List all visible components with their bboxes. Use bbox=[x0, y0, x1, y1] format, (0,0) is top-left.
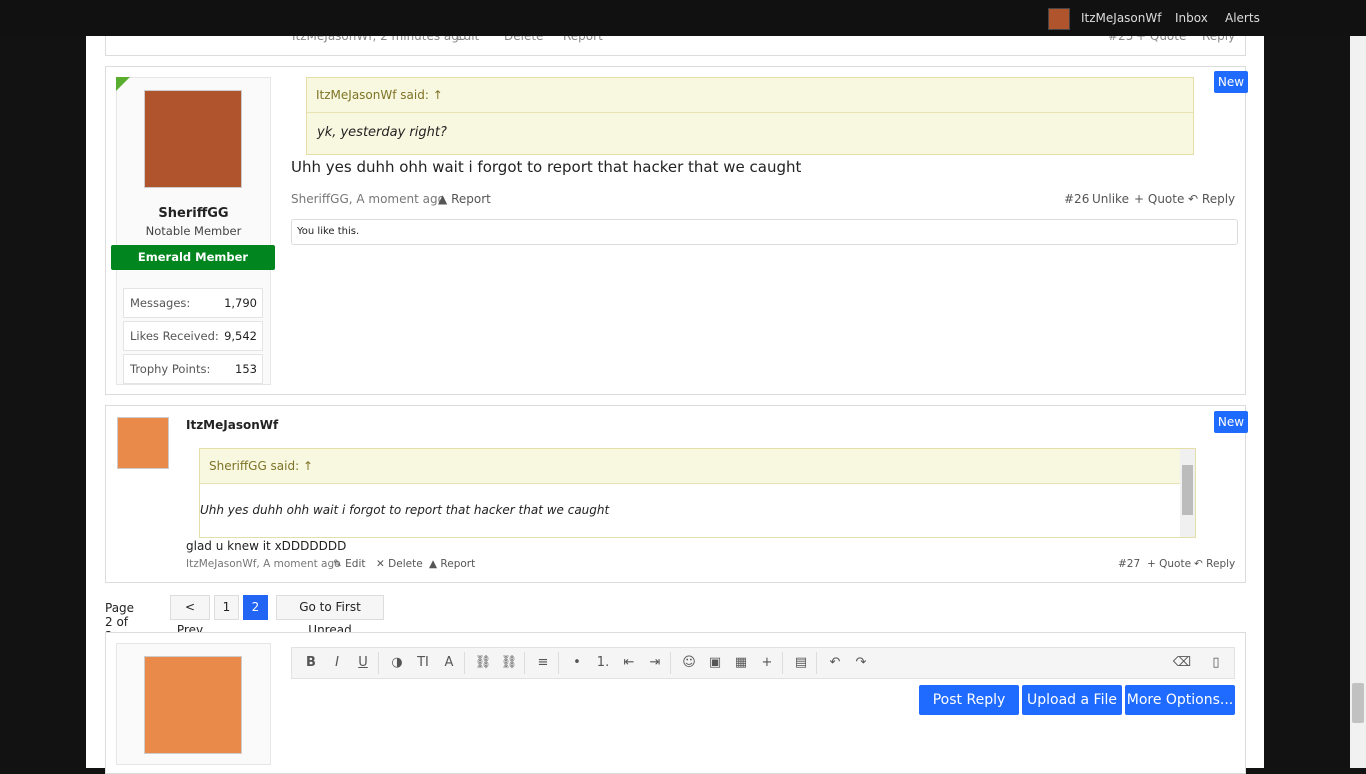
post-number[interactable]: #27 bbox=[1118, 558, 1140, 570]
insert-icon[interactable]: + bbox=[757, 654, 777, 672]
post-27: ItzMeJasonWf SheriffGG said: ↑ Uhh yes d… bbox=[105, 405, 1246, 583]
close-icon: ✕ bbox=[376, 558, 385, 570]
media-icon[interactable]: ▦ bbox=[731, 654, 751, 672]
reply-link[interactable]: ↶ Reply bbox=[1194, 558, 1235, 570]
post-meta: SheriffGG, A moment ago bbox=[291, 192, 445, 206]
edit-link[interactable]: ✎ Edit bbox=[333, 558, 366, 570]
image-icon[interactable]: ▣ bbox=[705, 654, 725, 672]
quote-link[interactable]: + Quote bbox=[1147, 558, 1191, 570]
delete-link[interactable]: ✕ Delete bbox=[376, 558, 423, 570]
quote-body: yk, yesterday right? bbox=[317, 125, 447, 140]
quote-block: ItzMeJasonWf said: ↑ yk, yesterday right… bbox=[306, 77, 1194, 155]
reply-editor: B I U ◑ TI A ⛓ ⛓ ≡ • 1. ⇤ ⇥ ☺ ▣ ▦ + ▤ ↶ … bbox=[105, 632, 1246, 774]
prev-page-button[interactable]: < Prev bbox=[170, 595, 210, 637]
unlink-icon[interactable]: ⛓ bbox=[499, 654, 519, 672]
reply-icon: ↶ bbox=[1194, 558, 1203, 570]
post-26: SheriffGG Notable Member Emerald Member … bbox=[105, 66, 1246, 395]
eraser-icon[interactable]: ⌫ bbox=[1172, 654, 1192, 672]
color-icon[interactable]: ◑ bbox=[387, 654, 407, 672]
redo-icon[interactable]: ↷ bbox=[851, 654, 871, 672]
report-link[interactable]: ▲ Report bbox=[429, 558, 475, 570]
italic-icon[interactable]: I bbox=[327, 654, 347, 672]
user-stats: Messages: 1,790 Likes Received: 9,542 Trop… bbox=[123, 288, 263, 387]
align-icon[interactable]: ≡ bbox=[533, 654, 553, 672]
page-1-button[interactable]: 1 bbox=[214, 595, 239, 620]
new-badge: New bbox=[1214, 411, 1248, 433]
user-info-panel bbox=[116, 643, 271, 765]
unlike-link[interactable]: Unlike bbox=[1092, 192, 1129, 206]
save-draft-icon[interactable]: ▤ bbox=[791, 654, 811, 672]
undo-icon[interactable]: ↶ bbox=[825, 654, 845, 672]
quote-body: Uhh yes duhh ohh wait i forgot to report… bbox=[200, 484, 1195, 537]
stat-row: Messages: 1,790 bbox=[123, 288, 263, 318]
warning-icon: ▲ bbox=[438, 192, 448, 206]
editor-toolbar: B I U ◑ TI A ⛓ ⛓ ≡ • 1. ⇤ ⇥ ☺ ▣ ▦ + ▤ ↶ … bbox=[291, 647, 1235, 679]
page-scrollbar[interactable] bbox=[1350, 0, 1366, 768]
quote-block: SheriffGG said: ↑ Uhh yes duhh ohh wait … bbox=[199, 448, 1196, 538]
online-indicator bbox=[116, 77, 130, 91]
underline-icon[interactable]: U bbox=[353, 654, 373, 672]
alerts-link[interactable]: Alerts bbox=[1225, 11, 1260, 25]
numbered-list-icon[interactable]: 1. bbox=[593, 654, 613, 672]
warning-icon: ▲ bbox=[429, 558, 438, 570]
smiley-icon[interactable]: ☺ bbox=[679, 654, 699, 672]
user-avatar-icon[interactable] bbox=[1048, 8, 1070, 30]
user-info-panel: SheriffGG Notable Member Emerald Member … bbox=[111, 77, 275, 387]
stat-row: Likes Received: 9,542 bbox=[123, 321, 263, 351]
bullet-list-icon[interactable]: • bbox=[567, 654, 587, 672]
source-icon[interactable]: ▯ bbox=[1206, 654, 1226, 672]
username[interactable]: ItzMeJasonWf bbox=[186, 418, 278, 432]
new-badge: New bbox=[1214, 71, 1248, 93]
link-icon[interactable]: ⛓ bbox=[473, 654, 493, 672]
outdent-icon[interactable]: ⇤ bbox=[619, 654, 639, 672]
quote-header[interactable]: SheriffGG said: ↑ bbox=[200, 449, 1195, 484]
user-banner: Emerald Member bbox=[111, 245, 275, 270]
stat-row: Trophy Points: 153 bbox=[123, 354, 263, 384]
quote-header[interactable]: ItzMeJasonWf said: ↑ bbox=[307, 78, 1193, 113]
post-meta: ItzMeJasonWf, A moment ago bbox=[186, 558, 341, 570]
username-link[interactable]: ItzMeJasonWf bbox=[1081, 11, 1161, 25]
more-options-button[interactable]: More Options... bbox=[1125, 685, 1235, 715]
inbox-link[interactable]: Inbox bbox=[1175, 11, 1208, 25]
top-navigation: ItzMeJasonWf Inbox Alerts bbox=[0, 0, 1366, 36]
reply-link[interactable]: ↶ Reply bbox=[1188, 192, 1235, 206]
bold-icon[interactable]: B bbox=[301, 654, 321, 672]
indent-icon[interactable]: ⇥ bbox=[645, 654, 665, 672]
message-text: Uhh yes duhh ohh wait i forgot to report… bbox=[291, 158, 802, 176]
post-number[interactable]: #26 bbox=[1064, 192, 1089, 206]
page-2-button[interactable]: 2 bbox=[243, 595, 268, 620]
message-text: glad u knew it xDDDDDDD bbox=[186, 539, 347, 553]
scrollbar-thumb[interactable] bbox=[1352, 683, 1364, 723]
pencil-icon: ✎ bbox=[333, 558, 342, 570]
quote-link[interactable]: + Quote bbox=[1134, 192, 1184, 206]
reply-icon: ↶ bbox=[1188, 192, 1199, 206]
avatar[interactable] bbox=[144, 656, 242, 754]
quote-scrollbar[interactable] bbox=[1180, 449, 1195, 537]
post-reply-button[interactable]: Post Reply bbox=[919, 685, 1019, 715]
avatar[interactable] bbox=[144, 90, 242, 188]
report-link[interactable]: ▲ Report bbox=[438, 192, 491, 206]
user-title: Notable Member bbox=[145, 224, 242, 238]
font-icon[interactable]: A bbox=[439, 654, 459, 672]
likes-summary: You like this. bbox=[291, 219, 1238, 245]
first-unread-button[interactable]: Go to First Unread bbox=[276, 595, 384, 637]
username[interactable]: SheriffGG bbox=[117, 206, 270, 221]
avatar[interactable] bbox=[117, 417, 169, 469]
upload-file-button[interactable]: Upload a File bbox=[1022, 685, 1122, 715]
font-size-icon[interactable]: TI bbox=[413, 654, 433, 672]
